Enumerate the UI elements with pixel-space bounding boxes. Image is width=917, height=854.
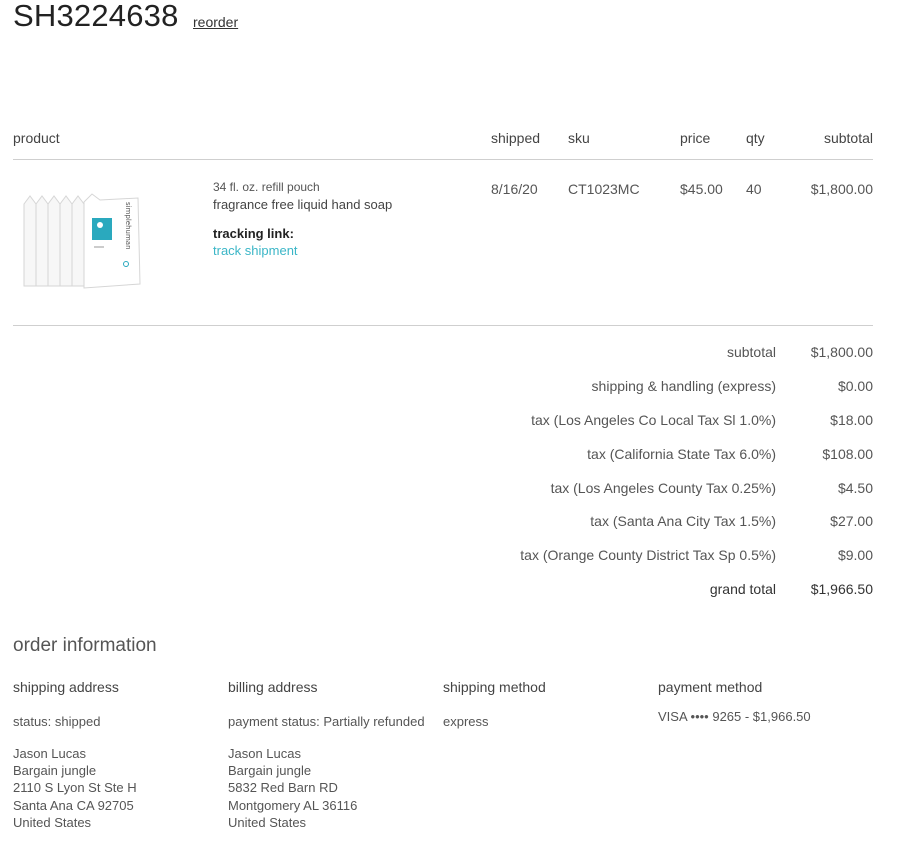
shipping-method-heading: shipping method xyxy=(443,679,546,695)
header-sku: sku xyxy=(568,130,590,146)
totals-label-tax-ca-state: tax (California State Tax 6.0%) xyxy=(587,446,776,462)
row-qty: 40 xyxy=(746,181,762,197)
billing-address-line: Jason Lucas xyxy=(228,746,301,761)
track-shipment-link[interactable]: track shipment xyxy=(213,243,298,258)
totals-label-shipping: shipping & handling (express) xyxy=(591,378,776,394)
totals-label-tax-santa-ana: tax (Santa Ana City Tax 1.5%) xyxy=(590,513,776,529)
order-number: SH3224638 xyxy=(13,0,179,33)
product-image-brand: simplehuman xyxy=(124,202,132,250)
product-name: fragrance free liquid hand soap xyxy=(213,197,393,212)
shipping-address-line: Santa Ana CA 92705 xyxy=(13,798,134,813)
header-price: price xyxy=(680,130,711,146)
totals-label-tax-la-local: tax (Los Angeles Co Local Tax Sl 1.0%) xyxy=(531,412,776,428)
totals-label-tax-orange-county: tax (Orange County District Tax Sp 0.5%) xyxy=(520,547,776,563)
billing-address-line: United States xyxy=(228,815,307,830)
billing-address-line: Bargain jungle xyxy=(228,763,312,778)
shipping-address-line: Jason Lucas xyxy=(13,746,86,761)
totals-value-tax-la-county: $4.50 xyxy=(837,480,873,496)
row-subtotal: $1,800.00 xyxy=(810,181,873,197)
order-information-title: order information xyxy=(13,635,157,656)
shipping-address-heading: shipping address xyxy=(13,679,119,695)
header-divider xyxy=(13,159,873,160)
row-price: $45.00 xyxy=(680,181,723,197)
payment-status: payment status: Partially refunded xyxy=(228,714,425,729)
totals-value-grand-total: $1,966.50 xyxy=(810,581,873,597)
totals-label-subtotal: subtotal xyxy=(726,344,776,360)
shipping-address-line: 2110 S Lyon St Ste H xyxy=(13,780,137,795)
row-shipped: 8/16/20 xyxy=(491,181,538,197)
shipping-address-line: Bargain jungle xyxy=(13,763,97,778)
payment-method-value: VISA •••• 9265 - $1,966.50 xyxy=(658,709,811,724)
product-image: simplehuman xyxy=(23,193,141,289)
payment-method-heading: payment method xyxy=(658,679,763,695)
totals-value-tax-la-local: $18.00 xyxy=(830,412,873,428)
header-product: product xyxy=(13,130,60,146)
totals-value-tax-orange-county: $9.00 xyxy=(837,547,873,563)
row-divider xyxy=(13,325,873,326)
tracking-label: tracking link: xyxy=(213,226,294,241)
totals-value-tax-santa-ana: $27.00 xyxy=(830,513,873,529)
shipping-address-line: United States xyxy=(13,815,92,830)
product-variant: 34 fl. oz. refill pouch xyxy=(213,180,320,194)
billing-address-line: Montgomery AL 36116 xyxy=(228,798,358,813)
billing-address-heading: billing address xyxy=(228,679,318,695)
totals-value-subtotal: $1,800.00 xyxy=(810,344,873,360)
row-sku: CT1023MC xyxy=(568,181,640,197)
header-qty: qty xyxy=(746,130,765,146)
shipping-status: status: shipped xyxy=(13,714,101,729)
reorder-link[interactable]: reorder xyxy=(193,14,238,30)
header-subtotal: subtotal xyxy=(823,130,873,146)
totals-value-shipping: $0.00 xyxy=(837,378,873,394)
totals-value-tax-ca-state: $108.00 xyxy=(822,446,873,462)
shipping-method-value: express xyxy=(443,714,489,729)
totals-label-grand-total: grand total xyxy=(709,581,776,597)
header-shipped: shipped xyxy=(491,130,541,146)
billing-address-line: 5832 Red Barn RD xyxy=(228,780,338,795)
totals-label-tax-la-county: tax (Los Angeles County Tax 0.25%) xyxy=(550,480,776,496)
